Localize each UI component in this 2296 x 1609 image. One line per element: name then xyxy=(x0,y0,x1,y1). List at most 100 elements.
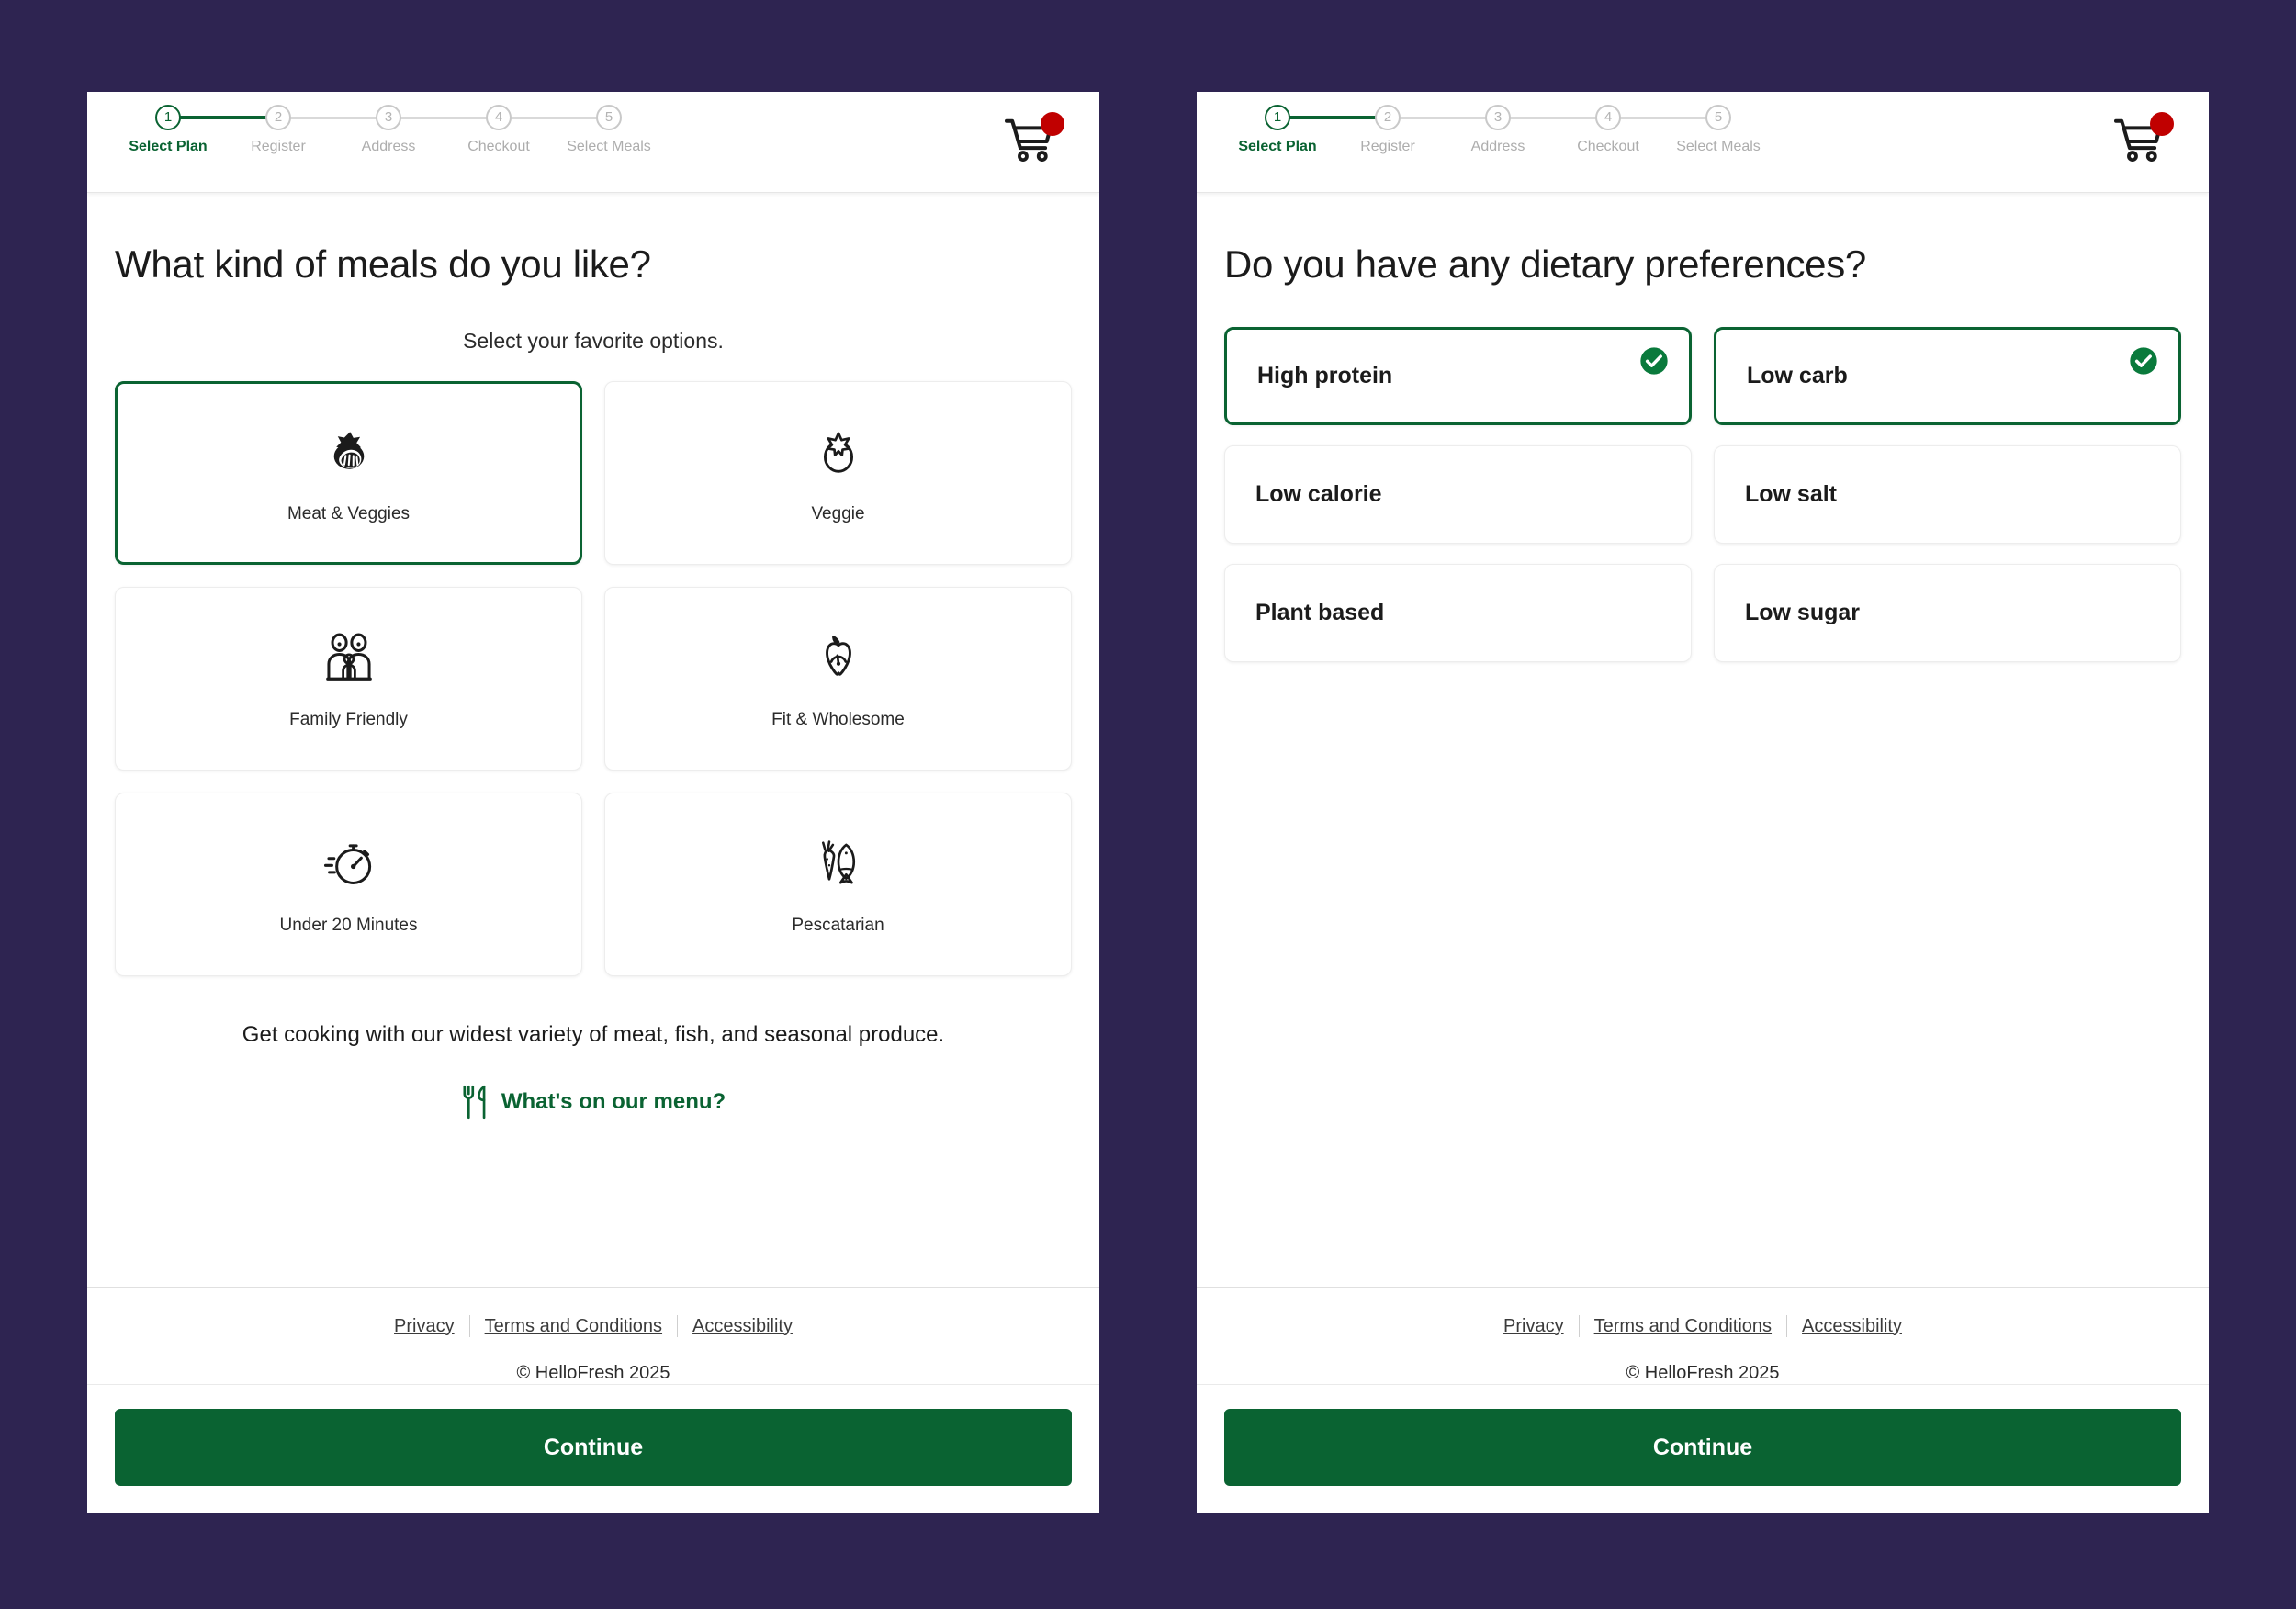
stepper-label: Checkout xyxy=(1577,139,1639,154)
stepper-step-select-plan[interactable]: 1 Select Plan xyxy=(113,105,278,155)
stepper-number: 5 xyxy=(596,105,622,130)
stepper-number: 5 xyxy=(1705,105,1731,130)
copyright-text: © HelloFresh 2025 xyxy=(516,1363,670,1383)
continue-button[interactable]: Continue xyxy=(115,1409,1072,1486)
stepper-step-select-meals[interactable]: 5 Select Meals xyxy=(1663,105,1773,155)
stepper-step-register[interactable]: 2 Register xyxy=(1333,105,1498,155)
stepper-step-checkout[interactable]: 4 Checkout xyxy=(1553,105,1718,155)
meal-option-label: Fit & Wholesome xyxy=(771,710,905,729)
stepper-number: 4 xyxy=(1595,105,1621,130)
cart-count-badge xyxy=(1041,112,1064,136)
stepper-number: 3 xyxy=(1485,105,1511,130)
stepper-step-address[interactable]: 3 Address xyxy=(333,105,499,155)
page-title: Do you have any dietary preferences? xyxy=(1224,242,1866,286)
cart-count-badge xyxy=(2150,112,2174,136)
check-circle-icon xyxy=(2130,347,2157,375)
footer-link-terms[interactable]: Terms and Conditions xyxy=(470,1316,677,1337)
continue-bar-left: Continue xyxy=(87,1384,1099,1513)
meal-option-veggie[interactable]: Veggie xyxy=(604,381,1072,565)
meal-option-under-20-minutes[interactable]: Under 20 Minutes xyxy=(115,793,582,976)
apple-gauge-icon xyxy=(816,627,861,688)
meal-option-pescatarian[interactable]: Pescatarian xyxy=(604,793,1072,976)
plan-description: Get cooking with our widest variety of m… xyxy=(242,1022,945,1047)
stepper-label: Select Meals xyxy=(1676,139,1761,154)
stepper-number: 3 xyxy=(376,105,401,130)
stepper-step-address[interactable]: 3 Address xyxy=(1443,105,1608,155)
stepper-connector xyxy=(1388,117,1498,119)
stepper-connector xyxy=(1498,117,1608,119)
tomato-icon xyxy=(816,422,861,482)
stepper-connector xyxy=(1608,117,1718,119)
diet-option-label: Low sugar xyxy=(1745,600,1861,625)
stepper-label: Register xyxy=(1360,139,1415,154)
diet-option-label: Plant based xyxy=(1255,600,1385,625)
footer-links: Privacy Terms and Conditions Accessibili… xyxy=(115,1315,1072,1337)
stopwatch-icon xyxy=(322,833,376,894)
panel-body-right: Do you have any dietary preferences? Hig… xyxy=(1197,193,2209,1287)
diet-option-label: Low salt xyxy=(1745,481,1838,507)
panel-footer-right: Privacy Terms and Conditions Accessibili… xyxy=(1197,1287,2209,1384)
diet-option-label: High protein xyxy=(1257,363,1393,388)
stepper-label: Register xyxy=(251,139,306,154)
meal-option-family-friendly[interactable]: Family Friendly xyxy=(115,587,582,771)
family-people-icon xyxy=(322,627,376,688)
footer-link-accessibility[interactable]: Accessibility xyxy=(678,1316,807,1337)
continue-bar-right: Continue xyxy=(1197,1384,2209,1513)
stepper-connector xyxy=(278,117,388,119)
dietary-preferences-grid: High protein Low carb Low calorie Low sa… xyxy=(1224,327,2181,662)
app-root: 1 Select Plan 2 Register 3 Address 4 Che xyxy=(0,0,2296,1609)
carrot-fish-icon xyxy=(815,833,862,894)
meal-option-label: Family Friendly xyxy=(289,710,408,729)
meal-option-label: Pescatarian xyxy=(792,916,884,935)
stepper-connector xyxy=(499,117,609,119)
stepper-connector xyxy=(168,116,278,119)
meal-option-meat-veggies[interactable]: Meat & Veggies xyxy=(115,381,582,565)
stepper-step-checkout[interactable]: 4 Checkout xyxy=(444,105,609,155)
diet-option-low-sugar[interactable]: Low sugar xyxy=(1714,564,2181,662)
panel-header-right: 1 Select Plan 2 Register 3 Address 4 Che xyxy=(1197,92,2209,193)
diet-option-low-calorie[interactable]: Low calorie xyxy=(1224,445,1692,544)
footer-links: Privacy Terms and Conditions Accessibili… xyxy=(1224,1315,2181,1337)
check-circle-icon xyxy=(1640,347,1668,375)
footer-link-terms[interactable]: Terms and Conditions xyxy=(1580,1316,1786,1337)
meal-option-label: Veggie xyxy=(811,504,865,523)
meat-steak-icon xyxy=(322,422,376,482)
meal-option-label: Meat & Veggies xyxy=(287,504,411,523)
stepper-label: Checkout xyxy=(467,139,530,154)
panel-footer-left: Privacy Terms and Conditions Accessibili… xyxy=(87,1287,1099,1384)
fork-knife-icon xyxy=(463,1085,486,1120)
whats-on-menu-label: What's on our menu? xyxy=(501,1089,726,1114)
checkout-stepper-left: 1 Select Plan 2 Register 3 Address 4 Che xyxy=(113,105,664,155)
meal-option-fit-wholesome[interactable]: Fit & Wholesome xyxy=(604,587,1072,771)
diet-option-label: Low carb xyxy=(1747,363,1848,388)
meal-type-panel: 1 Select Plan 2 Register 3 Address 4 Che xyxy=(87,92,1099,1513)
checkout-stepper-right: 1 Select Plan 2 Register 3 Address 4 Che xyxy=(1222,105,1773,155)
panel-header-left: 1 Select Plan 2 Register 3 Address 4 Che xyxy=(87,92,1099,193)
stepper-step-register[interactable]: 2 Register xyxy=(223,105,388,155)
stepper-step-select-plan[interactable]: 1 Select Plan xyxy=(1222,105,1388,155)
meal-option-label: Under 20 Minutes xyxy=(279,916,418,935)
diet-option-plant-based[interactable]: Plant based xyxy=(1224,564,1692,662)
stepper-label: Select Plan xyxy=(1238,139,1317,154)
dietary-preferences-panel: 1 Select Plan 2 Register 3 Address 4 Che xyxy=(1197,92,2209,1513)
stepper-number: 2 xyxy=(1375,105,1401,130)
stepper-label: Address xyxy=(1470,139,1525,154)
whats-on-menu-link[interactable]: What's on our menu? xyxy=(115,1085,1072,1120)
diet-option-low-salt[interactable]: Low salt xyxy=(1714,445,2181,544)
footer-link-privacy[interactable]: Privacy xyxy=(1489,1316,1579,1337)
footer-link-privacy[interactable]: Privacy xyxy=(379,1316,469,1337)
stepper-number: 1 xyxy=(1265,105,1290,130)
page-subtitle: Select your favorite options. xyxy=(463,329,724,353)
stepper-connector xyxy=(1277,116,1388,119)
diet-option-low-carb[interactable]: Low carb xyxy=(1714,327,2181,425)
stepper-number: 1 xyxy=(155,105,181,130)
copyright-text: © HelloFresh 2025 xyxy=(1626,1363,1780,1383)
stepper-label: Select Meals xyxy=(567,139,651,154)
diet-option-label: Low calorie xyxy=(1255,481,1382,507)
footer-link-accessibility[interactable]: Accessibility xyxy=(1787,1316,1917,1337)
meal-type-grid: Meat & Veggies Veggie Family Friendly Fi… xyxy=(115,381,1072,976)
continue-button[interactable]: Continue xyxy=(1224,1409,2181,1486)
stepper-step-select-meals[interactable]: 5 Select Meals xyxy=(554,105,664,155)
diet-option-high-protein[interactable]: High protein xyxy=(1224,327,1692,425)
panel-body-left: What kind of meals do you like? Select y… xyxy=(87,193,1099,1287)
